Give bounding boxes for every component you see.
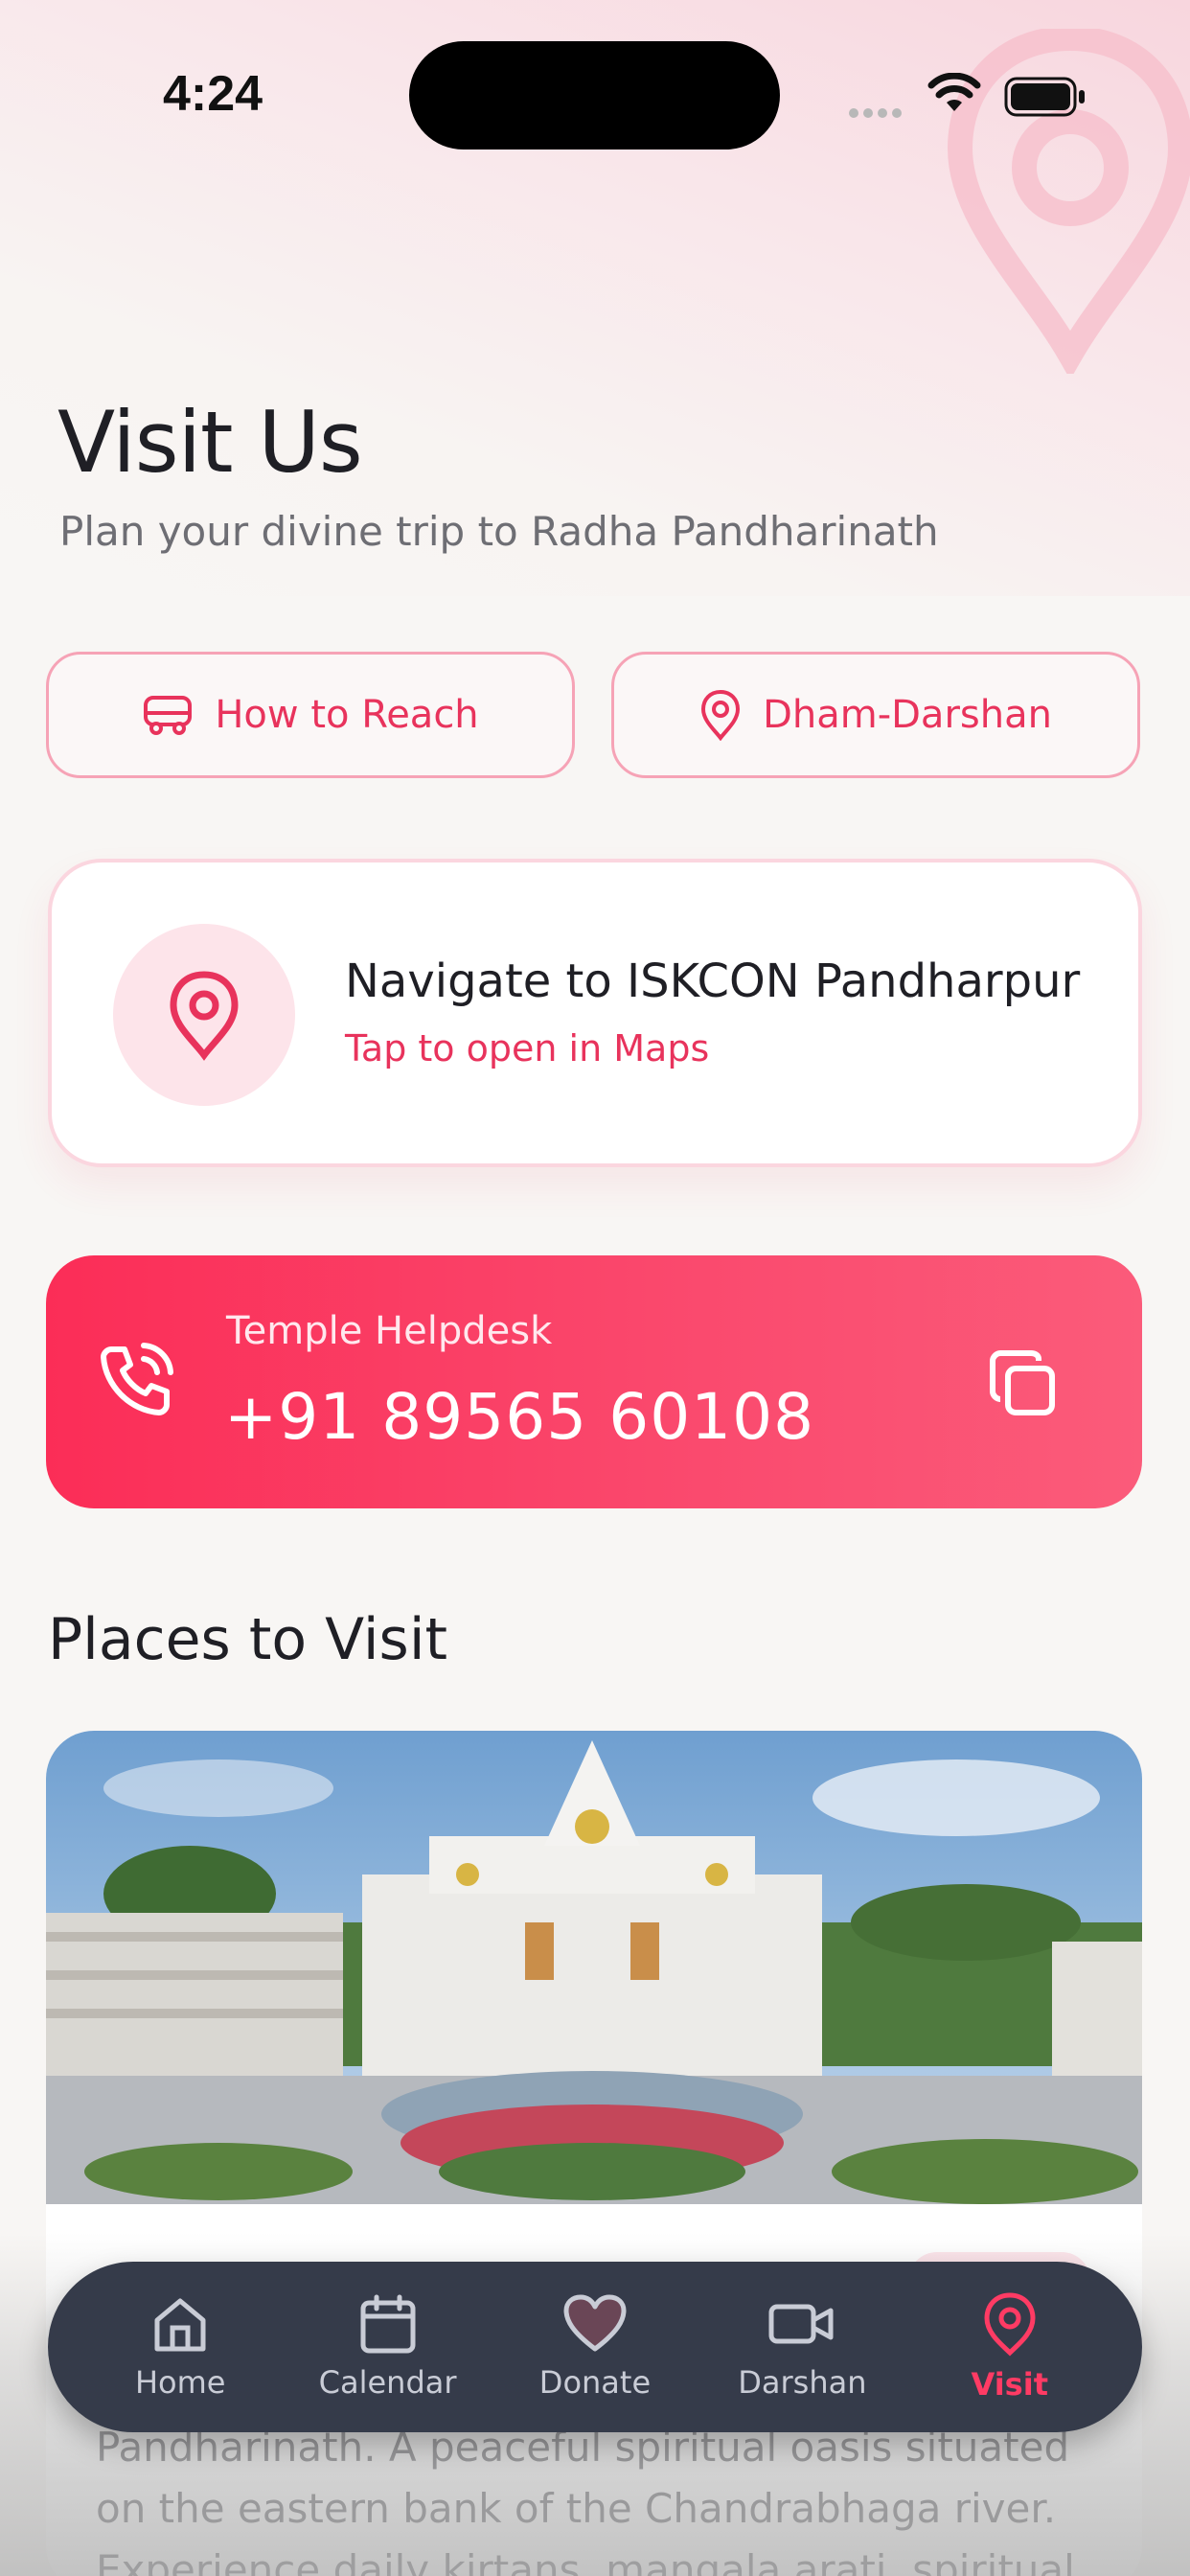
navigate-subtitle: Tap to open in Maps xyxy=(345,1027,710,1070)
tab-donate-label: Donate xyxy=(538,2364,652,2401)
location-pin-icon xyxy=(984,2292,1036,2357)
how-to-reach-button[interactable]: How to Reach xyxy=(46,652,575,778)
tab-donate[interactable]: Donate xyxy=(499,2293,691,2401)
tab-darshan-label: Darshan xyxy=(738,2364,867,2401)
navigate-title: Navigate to ISKCON Pandharpur xyxy=(345,954,1081,1008)
tab-darshan[interactable]: Darshan xyxy=(706,2293,898,2401)
heart-icon xyxy=(563,2294,627,2352)
copy-icon[interactable] xyxy=(987,1347,1060,1420)
wifi-icon xyxy=(927,73,981,111)
home-icon xyxy=(154,2298,206,2352)
calendar-icon xyxy=(360,2294,416,2354)
temple-image xyxy=(46,1731,1142,2204)
helpdesk-card: Temple Helpdesk +91 89565 60108 xyxy=(46,1255,1142,1508)
tab-home[interactable]: Home xyxy=(84,2293,276,2401)
bus-icon xyxy=(144,696,193,735)
video-icon xyxy=(768,2304,834,2344)
page-title: Visit Us xyxy=(57,393,363,492)
navigate-maps-card[interactable]: Navigate to ISKCON Pandharpur Tap to ope… xyxy=(48,859,1142,1167)
places-section-title: Places to Visit xyxy=(48,1606,448,1673)
helpdesk-phone-number[interactable]: +91 89565 60108 xyxy=(224,1380,814,1454)
battery-icon xyxy=(1004,77,1085,117)
tab-calendar-label: Calendar xyxy=(318,2364,457,2401)
place-description: Pandharinath. A peaceful spiritual oasis… xyxy=(96,2424,1075,2576)
location-pin-icon xyxy=(701,689,741,741)
status-bar: 4:24 xyxy=(0,0,1190,192)
location-pin-icon xyxy=(170,971,239,1061)
bottom-tab-bar: Home Calendar Donate Darshan Visit xyxy=(48,2262,1142,2432)
dynamic-island xyxy=(409,41,780,150)
tab-calendar[interactable]: Calendar xyxy=(292,2293,484,2401)
place-card[interactable]: Pandharinath. A peaceful spiritual oasis… xyxy=(46,1731,1142,2576)
tab-visit[interactable]: Visit xyxy=(914,2291,1106,2403)
tab-visit-label: Visit xyxy=(971,2366,1048,2403)
dham-darshan-label: Dham-Darshan xyxy=(763,693,1052,737)
how-to-reach-label: How to Reach xyxy=(215,693,479,737)
navigate-icon-circle xyxy=(113,924,295,1106)
phone-call-icon xyxy=(101,1343,173,1415)
tab-home-label: Home xyxy=(134,2364,226,2401)
cellular-signal-icon xyxy=(849,104,906,122)
helpdesk-label: Temple Helpdesk xyxy=(226,1309,553,1353)
dham-darshan-button[interactable]: Dham-Darshan xyxy=(611,652,1140,778)
page-subtitle: Plan your divine trip to Radha Pandharin… xyxy=(59,508,939,555)
status-time: 4:24 xyxy=(163,66,263,122)
